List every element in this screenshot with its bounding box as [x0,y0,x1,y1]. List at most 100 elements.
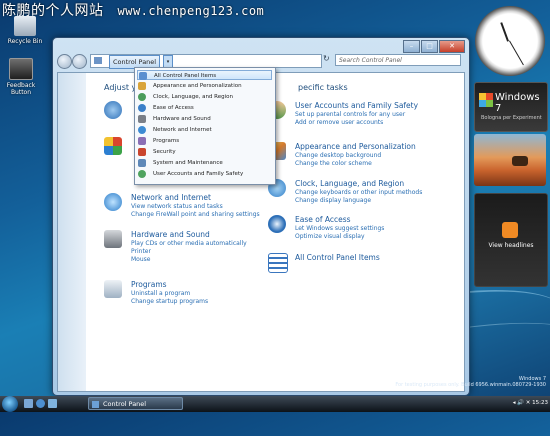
dropdown-item-label: Network and Internet [153,127,212,133]
dropdown-item-user-accounts[interactable]: User Accounts and Family Safety [137,169,272,179]
clock-gadget[interactable] [475,6,545,76]
start-button[interactable] [2,396,18,412]
category-title[interactable]: User Accounts and Family Safety [295,101,418,110]
minimize-button[interactable]: – [403,40,420,53]
dropdown-item-ease-of-access[interactable]: Ease of Access [137,103,272,113]
category-link[interactable]: Optimize visual display [295,233,365,240]
category-title[interactable]: Clock, Language, and Region [295,179,404,188]
build-info: For testing purposes only. Build 6956.wi… [395,382,546,388]
dropdown-item-label: Security [153,149,176,155]
rss-icon [502,222,518,238]
dropdown-item-label: System and Maintenance [153,160,223,166]
window-controls: – □ ✕ [402,40,465,53]
back-button[interactable] [57,54,72,69]
category-link[interactable]: Let Windows suggest settings [295,225,384,232]
programs-icon [138,137,146,145]
dropdown-item-network[interactable]: Network and Internet [137,125,272,135]
ease-of-access-icon [138,104,146,112]
category-title[interactable]: Programs [131,280,167,289]
windows-build-watermark: Windows 7 For testing purposes only. Bui… [395,376,546,388]
all-items-icon [139,72,147,80]
maximize-button[interactable]: □ [421,40,438,53]
hardware-icon [138,115,146,123]
network-icon [138,126,146,134]
address-bar[interactable]: Control Panel ▾ [90,54,322,69]
dropdown-item-label: All Control Panel Items [154,73,217,79]
category-title[interactable]: All Control Panel Items [295,253,380,262]
user-accounts-icon [138,170,146,178]
category-link[interactable]: Uninstall a program [131,290,190,297]
category-link[interactable]: Change FireWall point and sharing settin… [131,211,260,218]
taskbar: Control Panel ◂ 🔊 ✕ 15:23 [0,396,550,412]
dropdown-item-label: Ease of Access [153,105,194,111]
category-link[interactable]: View network status and tasks [131,203,223,210]
control-panel-icon [92,401,99,408]
switch-windows-icon[interactable] [48,399,57,408]
category-link[interactable]: Change display language [295,197,371,204]
category-title[interactable]: Hardware and Sound [131,230,210,239]
clock-icon [138,93,146,101]
category-link[interactable]: Mouse [131,256,150,263]
dropdown-item-security[interactable]: Security [137,147,272,157]
network-globe-icon [104,193,122,211]
windows-logo-icon [479,93,493,107]
dropdown-item-appearance[interactable]: Appearance and Personalization [137,81,272,91]
desktop-icon-label: Recycle Bin [7,38,43,45]
desktop-icon-recycle-bin[interactable]: Recycle Bin [6,16,44,45]
forward-button[interactable] [72,54,87,69]
security-shield-icon [138,148,146,156]
dropdown-item-clock[interactable]: Clock, Language, and Region [137,92,272,102]
category-link[interactable]: Change the color scheme [295,160,372,167]
category-link[interactable]: Change keyboards or other input methods [295,189,422,196]
search-input[interactable]: Search Control Panel [335,54,461,66]
taskbar-button-label: Control Panel [103,400,147,408]
close-button[interactable]: ✕ [439,40,465,53]
list-icon [268,253,288,273]
dropdown-item-label: User Accounts and Family Safety [153,171,244,177]
system-tray[interactable]: ◂ 🔊 ✕ 15:23 [488,398,548,409]
category-title[interactable]: Ease of Access [295,215,351,224]
desktop-icon-feedback[interactable]: Feedback Button [2,58,40,96]
recycle-bin-icon [14,16,36,36]
feed-label[interactable]: View headlines [475,242,547,249]
windows7-subtitle: Bologna per Experiment [481,115,542,121]
category-title[interactable]: Network and Internet [131,193,211,202]
internet-explorer-icon[interactable] [36,399,45,408]
printer-icon [104,230,122,248]
taskbar-button-control-panel[interactable]: Control Panel [88,397,183,410]
system-icon [138,159,146,167]
sidebar [58,73,86,391]
category-link[interactable]: Add or remove user accounts [295,119,383,126]
dropdown-item-system[interactable]: System and Maintenance [137,158,272,168]
category-title[interactable]: Appearance and Personalization [295,142,416,151]
programs-icon [104,280,122,298]
windows7-title: Windows 7 [495,92,540,114]
watermark-url: www.chenpeng123.com [117,4,265,18]
dropdown-item-label: Clock, Language, and Region [153,94,234,100]
dropdown-item-all-items[interactable]: All Control Panel Items [137,70,272,80]
slideshow-gadget[interactable] [474,134,546,186]
right-heading: pecific tasks [298,83,348,92]
breadcrumb-dropdown-menu: All Control Panel Items Appearance and P… [134,67,276,185]
category-link[interactable]: Change desktop background [295,152,381,159]
windows7-gadget[interactable]: Windows 7 Bologna per Experiment [474,82,548,132]
feedback-icon [9,58,33,80]
dropdown-item-label: Hardware and Sound [153,116,211,122]
oryx-photo [512,156,528,166]
clock-hour-hand [500,22,509,42]
category-link[interactable]: Set up parental controls for any user [295,111,405,118]
category-link[interactable]: Printer [131,248,151,255]
control-panel-icon [94,57,102,64]
category-link[interactable]: Change startup programs [131,298,208,305]
dropdown-item-hardware[interactable]: Hardware and Sound [137,114,272,124]
security-shield-icon [104,137,122,155]
desktop-icon-label: Feedback Button [6,82,36,96]
feed-headlines-gadget[interactable]: View headlines [474,193,548,287]
category-link[interactable]: Play CDs or other media automatically [131,240,247,247]
refresh-icon[interactable]: ↻ [323,54,330,63]
show-desktop-icon[interactable] [24,399,33,408]
dropdown-item-label: Appearance and Personalization [153,83,242,89]
ease-of-access-icon [268,215,286,233]
dropdown-item-programs[interactable]: Programs [137,136,272,146]
appearance-icon [138,82,146,90]
